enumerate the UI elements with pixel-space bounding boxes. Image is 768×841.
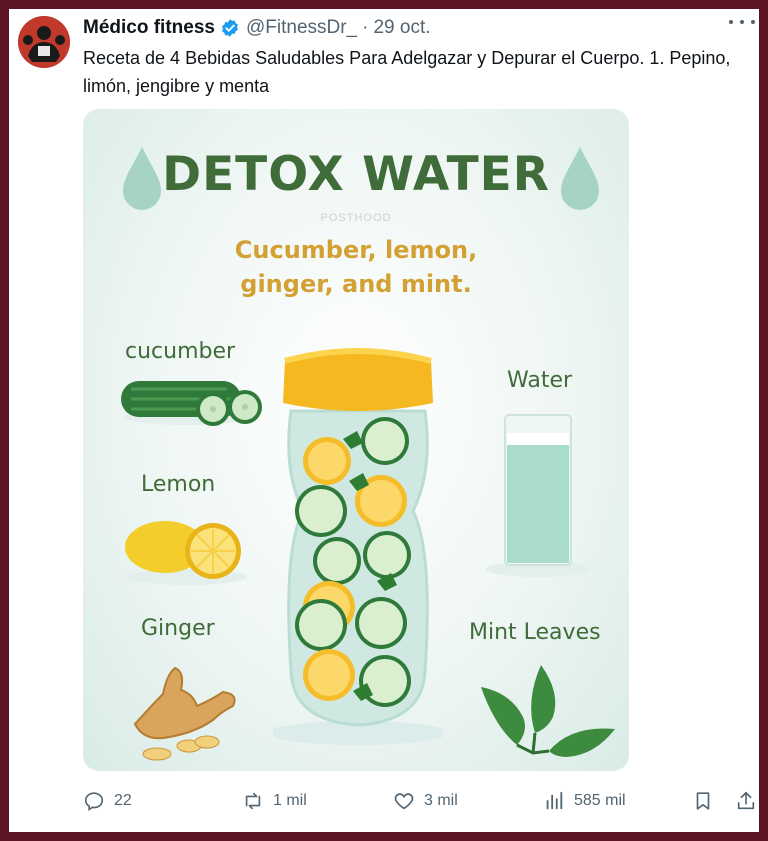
label-water: Water [507,368,573,393]
verified-badge-icon [222,19,238,37]
mint-leaves-illustration [481,665,615,757]
bookmark-icon [696,792,710,810]
lemon-illustration [125,521,247,585]
tweet-actions: 22 1 mil 3 mil 585 mil [83,787,755,815]
views-count: 585 mil [574,792,626,809]
repost-button[interactable]: 1 mil [242,787,307,815]
more-icon[interactable] [729,15,755,29]
author-handle[interactable]: @FitnessDr_ [246,17,357,39]
share-button[interactable] [735,787,766,815]
reply-button[interactable]: 22 [83,787,132,815]
author-avatar[interactable] [18,16,70,68]
poster-subtitle: Cucumber, lemon, ginger, and mint. [83,233,629,301]
poster-watermark: POSTHOOD [320,212,392,224]
header-separator: · [362,17,369,38]
tweet-date[interactable]: 29 oct. [373,17,430,39]
poster-subtitle-line1: Cucumber, lemon, [234,236,478,264]
tweet-card: Médico fitness @FitnessDr_ · 29 oct. Rec… [9,9,759,832]
poster-subtitle-line2: ginger, and mint. [240,270,472,298]
label-ginger: Ginger [141,616,215,641]
reply-icon [84,792,104,811]
label-cucumber: cucumber [125,339,236,364]
repost-count: 1 mil [273,792,307,809]
ginger-illustration [133,666,236,761]
tweet-media[interactable]: DETOX WATER POSTHOOD Cucumber, lemon, gi… [83,109,629,771]
detox-jar-illustration [273,348,443,745]
author-name[interactable]: Médico fitness [83,17,215,39]
tweet-header: Médico fitness @FitnessDr_ · 29 oct. [83,15,749,41]
repost-icon [245,792,261,810]
cucumber-illustration [121,381,262,426]
heart-icon [394,793,414,810]
bookmark-button[interactable] [692,787,723,815]
share-icon [737,791,755,810]
like-button[interactable]: 3 mil [393,787,458,815]
tweet-text: Receta de 4 Bebidas Saludables Para Adel… [83,48,731,96]
avatar-image [18,16,70,68]
poster-title: DETOX WATER [162,147,550,202]
views-icon [546,791,563,810]
like-count: 3 mil [424,792,458,809]
label-mint-leaves: Mint Leaves [469,620,601,645]
reply-count: 22 [114,792,132,809]
water-glass-illustration [486,414,590,577]
views-button[interactable]: 585 mil [543,787,626,815]
label-lemon: Lemon [141,472,216,497]
